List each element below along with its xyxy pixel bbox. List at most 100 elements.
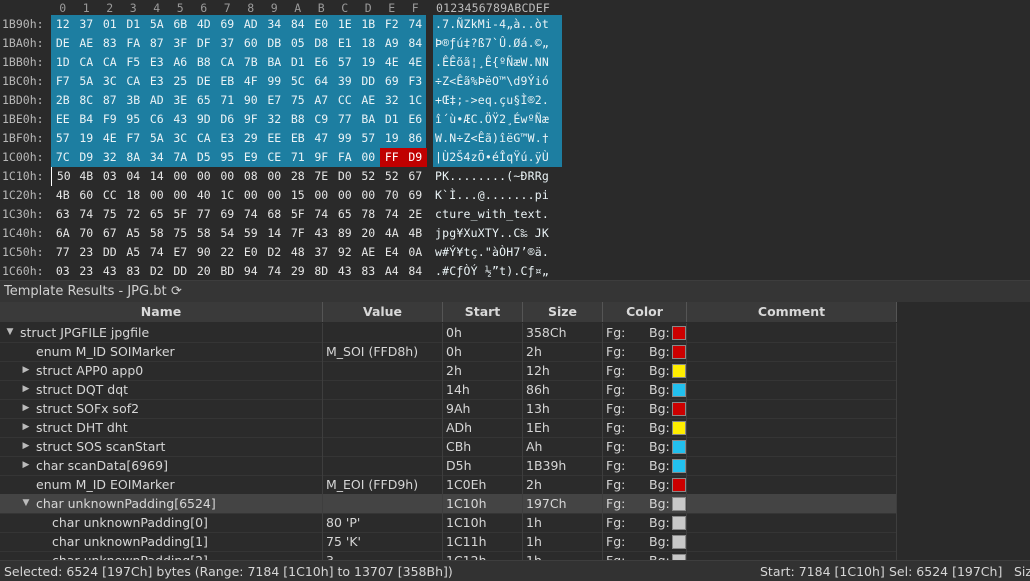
hex-byte[interactable]: 00 xyxy=(357,148,381,167)
hex-byte[interactable]: 5F xyxy=(286,205,310,224)
hex-byte[interactable]: AD xyxy=(145,91,169,110)
hex-byte[interactable]: 4E xyxy=(380,53,404,72)
hex-byte[interactable]: 74 xyxy=(263,262,287,280)
bg-color-swatch[interactable] xyxy=(672,497,686,511)
hex-byte[interactable]: 00 xyxy=(357,186,381,205)
hex-byte[interactable]: A6 xyxy=(169,53,193,72)
hex-byte[interactable]: 52 xyxy=(357,167,381,186)
hex-byte[interactable]: 1C xyxy=(404,91,428,110)
table-row[interactable]: char unknownPadding[0] 80 'P' 1C10h 1h Fg: Bg… xyxy=(0,513,897,533)
hex-byte[interactable]: 95 xyxy=(216,148,240,167)
hex-byte[interactable]: 37 xyxy=(75,15,99,34)
hex-byte[interactable]: 63 xyxy=(51,205,75,224)
ascii-row[interactable]: .ÊÊõã¦¸Ê{ºÑæW.NN xyxy=(435,53,549,72)
hex-byte[interactable]: 74 xyxy=(310,205,334,224)
collapse-arrow-icon[interactable]: ▼ xyxy=(4,323,16,342)
hex-byte[interactable]: 3C xyxy=(169,129,193,148)
hex-byte[interactable]: 32 xyxy=(380,91,404,110)
table-row[interactable]: ▶ struct DHT dht ADh 1Eh Fg: Bg: xyxy=(0,418,897,438)
hex-byte[interactable]: 94 xyxy=(239,262,263,280)
hex-byte[interactable]: 60 xyxy=(75,186,99,205)
hex-byte[interactable]: 2B xyxy=(51,91,75,110)
hex-byte[interactable]: 64 xyxy=(310,72,334,91)
hex-byte[interactable]: 4F xyxy=(239,72,263,91)
hex-byte[interactable]: 8D xyxy=(310,262,334,280)
hex-byte[interactable]: 3F xyxy=(169,34,193,53)
table-row[interactable]: char unknownPadding[1] 75 'K' 1C11h 1h Fg: Bg… xyxy=(0,532,897,552)
hex-byte[interactable]: 4E xyxy=(404,53,428,72)
hex-byte[interactable]: F3 xyxy=(404,72,428,91)
hex-byte[interactable]: 83 xyxy=(357,262,381,280)
hex-byte[interactable]: 1B xyxy=(357,15,381,34)
expand-arrow-icon[interactable]: ▶ xyxy=(20,361,32,380)
hex-byte[interactable]: 84 xyxy=(404,34,428,53)
hex-byte[interactable]: 69 xyxy=(216,205,240,224)
hex-byte[interactable]: D9 xyxy=(75,148,99,167)
hex-byte[interactable]: 00 xyxy=(263,167,287,186)
ascii-row[interactable]: Þ®ƒú‡?ß7`Û.Øá.©„ xyxy=(435,34,549,53)
hex-byte[interactable]: 05 xyxy=(286,34,310,53)
hex-byte[interactable]: 03 xyxy=(98,167,122,186)
hex-byte[interactable]: 50 xyxy=(51,167,76,186)
hex-byte[interactable]: D1 xyxy=(122,15,146,34)
hex-byte[interactable]: F5 xyxy=(122,53,146,72)
ascii-row[interactable]: jpg¥XuXTY..C‰ JK xyxy=(433,224,562,243)
hex-byte[interactable]: D2 xyxy=(263,243,287,262)
hex-byte[interactable]: 90 xyxy=(239,91,263,110)
table-row[interactable]: enum M_ID EOIMarker M_EOI (FFD9h) 1C0Eh 2h F… xyxy=(0,475,897,495)
hex-byte[interactable]: EB xyxy=(286,129,310,148)
hex-byte[interactable]: A5 xyxy=(122,224,146,243)
hex-byte[interactable]: 28 xyxy=(286,167,310,186)
hex-byte[interactable]: 43 xyxy=(310,224,334,243)
expand-arrow-icon[interactable]: ▶ xyxy=(20,380,32,399)
hex-bytes-area[interactable]: 12 37 01 D1 5A 6B 4D 69 AD 34 84 E0 1E 1B F2 74 DE AE 83 FA… xyxy=(51,15,428,280)
hex-byte[interactable]: 34 xyxy=(263,15,287,34)
column-header-start[interactable]: Start xyxy=(443,302,523,322)
hex-byte[interactable]: 39 xyxy=(333,72,357,91)
hex-byte[interactable]: 19 xyxy=(380,129,404,148)
hex-byte[interactable]: 2E xyxy=(404,205,428,224)
hex-byte[interactable]: 5C xyxy=(286,72,310,91)
hex-byte[interactable]: 70 xyxy=(75,224,99,243)
hex-byte[interactable]: E0 xyxy=(310,15,334,34)
hex-byte[interactable]: E1 xyxy=(333,34,357,53)
hex-byte[interactable]: 69 xyxy=(404,186,428,205)
hex-byte[interactable]: CA xyxy=(122,72,146,91)
hex-byte[interactable]: 87 xyxy=(145,34,169,53)
hex-byte[interactable]: 14 xyxy=(263,224,287,243)
hex-byte[interactable]: 4B xyxy=(404,224,428,243)
hex-byte[interactable]: 00 xyxy=(263,186,287,205)
hex-byte[interactable]: 20 xyxy=(357,224,381,243)
hex-byte[interactable]: AE xyxy=(357,243,381,262)
hex-byte[interactable]: 67 xyxy=(404,167,428,186)
hex-byte[interactable]: A4 xyxy=(380,262,404,280)
hex-byte[interactable]: FF xyxy=(380,148,404,167)
hex-byte[interactable]: 7C xyxy=(51,148,75,167)
hex-byte[interactable]: DD xyxy=(98,243,122,262)
hex-byte[interactable]: 3B xyxy=(122,91,146,110)
hex-byte[interactable]: 43 xyxy=(333,262,357,280)
hex-byte[interactable]: 03 xyxy=(51,262,75,280)
hex-byte[interactable]: DF xyxy=(192,34,216,53)
hex-byte[interactable]: 00 xyxy=(169,167,193,186)
hex-byte[interactable]: 86 xyxy=(404,129,428,148)
hex-byte[interactable]: 37 xyxy=(310,243,334,262)
table-row[interactable]: ▶ char scanData[6969] D5h 1B39h Fg: Bg: xyxy=(0,456,897,476)
hex-byte[interactable]: 67 xyxy=(98,224,122,243)
hex-byte[interactable]: 52 xyxy=(380,167,404,186)
hex-byte[interactable]: 77 xyxy=(192,205,216,224)
hex-byte[interactable]: 99 xyxy=(333,129,357,148)
hex-byte[interactable]: 5A xyxy=(145,15,169,34)
ascii-row[interactable]: PK........(~ÐRRg xyxy=(433,167,562,186)
hex-byte[interactable]: 1D xyxy=(51,53,75,72)
table-row[interactable]: ▶ struct DQT dqt 14h 86h Fg: Bg: xyxy=(0,380,897,400)
table-row[interactable]: ▶ struct SOS scanStart CBh Ah Fg: Bg: xyxy=(0,437,897,457)
hex-byte[interactable]: CE xyxy=(263,148,287,167)
hex-byte[interactable]: BD xyxy=(216,262,240,280)
hex-byte[interactable]: E3 xyxy=(145,72,169,91)
expand-arrow-icon[interactable]: ▶ xyxy=(20,456,32,475)
hex-byte[interactable]: D0 xyxy=(333,167,357,186)
table-row[interactable]: char unknownPadding[2] 3 1C12h 1h Fg: Bg: xyxy=(0,551,897,560)
hex-byte[interactable]: 70 xyxy=(380,186,404,205)
ascii-row[interactable]: K`Ì...@.......pi xyxy=(433,186,562,205)
